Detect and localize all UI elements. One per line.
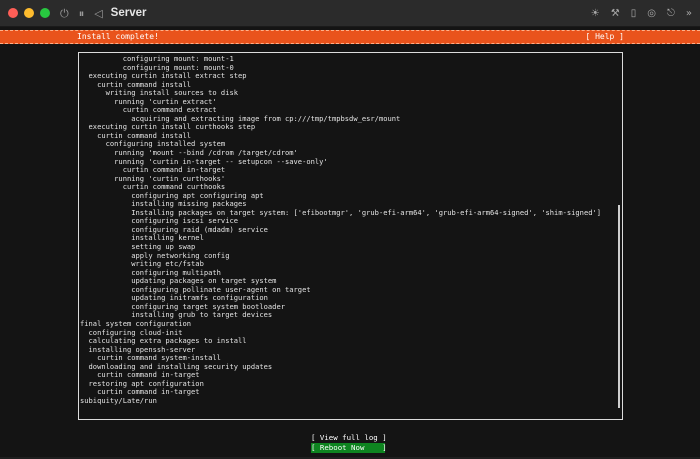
help-button[interactable]: [ Help ] — [585, 31, 624, 43]
log-scrollbar[interactable] — [618, 205, 620, 408]
log-line: configuring mount: mount-0 — [80, 63, 234, 72]
log-line: curtin command in-target — [80, 166, 226, 175]
share-icon[interactable]: ⎋ — [667, 8, 675, 19]
log-line: running 'mount --bind /cdrom /target/cdr… — [80, 149, 298, 158]
log-line: executing curtin install curthooks step — [80, 123, 256, 132]
log-line: subiquity/Late/run — [80, 396, 157, 405]
power-icon[interactable]: ⏻ — [60, 8, 69, 19]
log-line: curtin command curthooks — [80, 183, 226, 192]
log-line: writing install sources to disk — [80, 89, 239, 98]
brightness-icon[interactable]: ☀ — [591, 8, 600, 19]
log-line: configuring raid (mdadm) service — [80, 225, 268, 234]
log-line: updating packages on target system — [80, 277, 277, 286]
log-line: curtin command system-install — [80, 354, 221, 363]
maximize-window-button[interactable] — [40, 8, 50, 18]
back-icon[interactable]: ◁ — [94, 8, 102, 19]
log-line: configuring mount: mount-1 — [80, 55, 234, 63]
log-line: installing openssh-server — [80, 345, 196, 354]
log-line: updating initramfs configuration — [80, 294, 268, 303]
minimize-window-button[interactable] — [24, 8, 34, 18]
log-line: running 'curtin curthooks' — [80, 174, 226, 183]
log-lines: configuring mount: mount-1 configuring m… — [80, 55, 612, 405]
view-full-log-button[interactable]: [ View full log ] — [311, 433, 387, 443]
window-titlebar: ⏻ ⏸ ◁ Server ☀ ⚒ ▯ ◎ ⎋ » — [0, 0, 700, 27]
log-line: configuring pollinate user-agent on targ… — [80, 285, 311, 294]
log-line: executing curtin install extract step — [80, 72, 247, 81]
log-line: Installing packages on target system: ['… — [80, 208, 602, 217]
log-line: final system configuration — [80, 319, 192, 328]
log-line: installing grub to target devices — [80, 311, 273, 320]
log-line: restoring apt configuration — [80, 379, 204, 388]
install-log-panel[interactable]: configuring mount: mount-1 configuring m… — [78, 52, 623, 420]
log-line: curtin command in-target — [80, 388, 200, 397]
log-line: configuring apt configuring apt — [80, 191, 264, 200]
log-line: acquiring and extracting image from cp:/… — [80, 114, 401, 123]
log-line: curtin command in-target — [80, 371, 200, 380]
log-line: configuring multipath — [80, 268, 221, 277]
log-line: apply networking config — [80, 251, 230, 260]
log-line: configuring target system bootloader — [80, 302, 285, 311]
pause-icon[interactable]: ⏸ — [79, 8, 85, 19]
log-line: configuring installed system — [80, 140, 226, 149]
log-line: configuring cloud-init — [80, 328, 183, 337]
log-line: installing missing packages — [80, 200, 247, 209]
log-line: running 'curtin extract' — [80, 97, 217, 106]
log-line: setting up swap — [80, 243, 196, 252]
more-icon[interactable]: » — [686, 8, 692, 19]
window-title: Server — [110, 7, 147, 19]
close-window-button[interactable] — [8, 8, 18, 18]
log-line: curtin command extract — [80, 106, 217, 115]
installer-header: Install complete! [ Help ] — [0, 30, 700, 44]
log-line: running 'curtin in-target -- setupcon --… — [80, 157, 328, 166]
log-line: installing kernel — [80, 234, 204, 243]
page-title: Install complete! — [77, 32, 159, 41]
reboot-now-button[interactable]: [ Reboot Now ] — [311, 443, 387, 453]
tools-icon[interactable]: ⚒ — [611, 8, 620, 19]
log-line: curtin command install — [80, 131, 192, 140]
log-line: writing etc/fstab — [80, 260, 204, 269]
log-line: configuring iscsi service — [80, 217, 239, 226]
display-icon[interactable]: ◎ — [647, 8, 656, 19]
titlebar-toolbar: ☀ ⚒ ▯ ◎ ⎋ » — [591, 0, 692, 26]
window-controls — [8, 8, 50, 18]
log-line: curtin command install — [80, 80, 192, 89]
log-line: downloading and installing security upda… — [80, 362, 273, 371]
log-line: calculating extra packages to install — [80, 337, 247, 346]
usb-icon[interactable]: ▯ — [631, 8, 637, 19]
